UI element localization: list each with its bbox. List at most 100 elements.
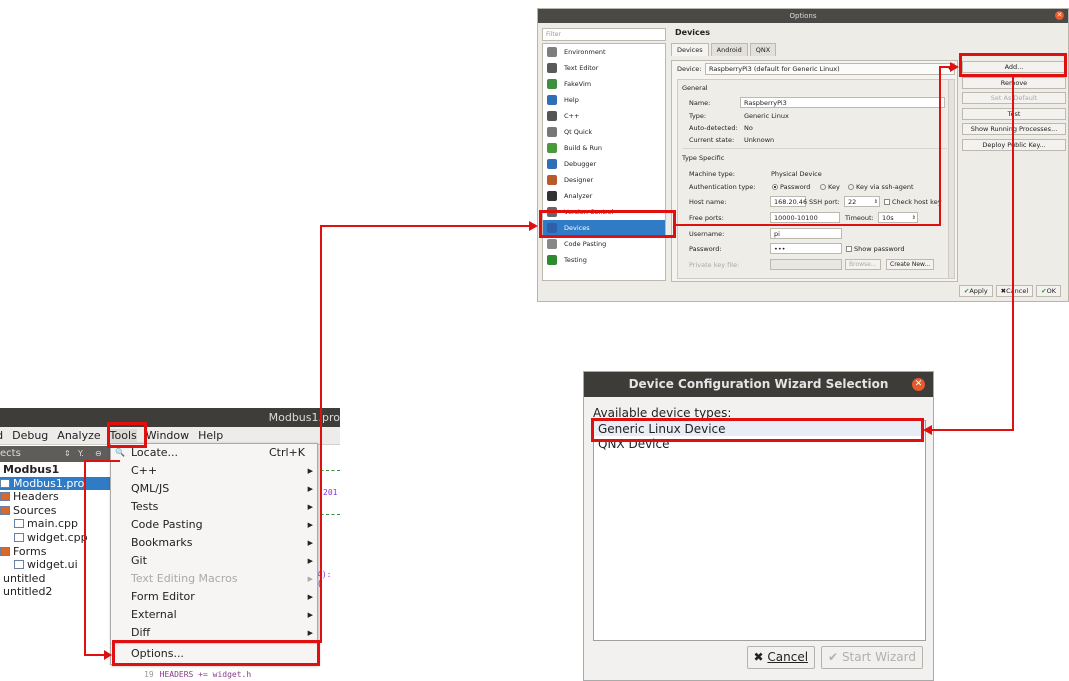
category-analyzer[interactable]: Analyzer	[543, 188, 665, 204]
list-item-generic-linux[interactable]: Generic Linux Device	[594, 421, 925, 436]
username-field[interactable]: pi	[770, 228, 842, 239]
category-testing[interactable]: Testing	[543, 252, 665, 268]
category-help[interactable]: Help	[543, 92, 665, 108]
ok-button[interactable]: ✔OK	[1036, 285, 1061, 297]
tab-android[interactable]: Android	[710, 43, 748, 56]
help-icon	[547, 95, 557, 105]
auth-agent-radio[interactable]: Key via ssh-agent	[848, 183, 914, 191]
set-as-default-button[interactable]: Set As Default	[962, 92, 1066, 104]
category-c-[interactable]: C++	[543, 108, 665, 124]
category-fakevim[interactable]: FakeVim	[543, 76, 665, 92]
filter-icon[interactable]: Y.	[78, 446, 84, 462]
tree-item[interactable]: Sources	[0, 504, 110, 518]
category-code-pasting[interactable]: Code Pasting	[543, 236, 665, 252]
menu-item-tests[interactable]: Tests ▶	[111, 498, 317, 516]
add-device-button[interactable]: Add...	[962, 61, 1066, 73]
tree-item[interactable]: untitled	[0, 572, 110, 586]
close-icon[interactable]: ✕	[1055, 11, 1064, 20]
menu-item-code-pasting[interactable]: Code Pasting ▶	[111, 516, 317, 534]
menu-tools[interactable]: Tools	[109, 429, 137, 442]
category-qt-quick[interactable]: Qt Quick	[543, 124, 665, 140]
category-environment[interactable]: Environment	[543, 44, 665, 60]
menu-build[interactable]: ild	[0, 429, 3, 442]
close-icon[interactable]: ✕	[912, 378, 925, 391]
menu-item-text-editing-macros[interactable]: Text Editing Macros ▶	[111, 570, 317, 588]
tree-item[interactable]: untitled2	[0, 585, 110, 599]
menu-item-locate[interactable]: 🔍 Locate... Ctrl+K	[111, 444, 317, 462]
tab-devices[interactable]: Devices	[671, 43, 709, 56]
filter-input[interactable]: Filter	[542, 28, 666, 41]
private-key-field[interactable]	[770, 259, 842, 270]
category-designer[interactable]: Designer	[543, 172, 665, 188]
name-field[interactable]: RaspberryPi3	[740, 97, 945, 108]
menu-item-form-editor[interactable]: Form Editor ▶	[111, 588, 317, 606]
category-debugger[interactable]: Debugger	[543, 156, 665, 172]
menu-analyze[interactable]: Analyze	[57, 429, 100, 442]
ok-label: OK	[1046, 287, 1056, 295]
check-icon: ✔	[828, 650, 839, 664]
sort-icon[interactable]: ⇕	[64, 446, 71, 462]
code-text: HEADERS += widget.h	[159, 670, 252, 679]
show-password-label: Show password	[854, 245, 905, 253]
device-label: Device:	[677, 65, 702, 73]
options-dialog: Options ✕ Filter Environment Text Editor F…	[537, 8, 1069, 302]
environment-icon	[547, 47, 557, 57]
menu-help[interactable]: Help	[198, 429, 223, 442]
editor-rule	[315, 514, 340, 515]
menu-separator	[111, 643, 317, 644]
show-password-checkbox[interactable]: Show password	[846, 245, 904, 253]
tree-item[interactable]: widget.cpp	[0, 531, 110, 545]
wizard-cancel-button[interactable]: ✖ Cancel	[746, 646, 816, 669]
category-text-editor[interactable]: Text Editor	[543, 60, 665, 76]
tree-item[interactable]: widget.ui	[0, 558, 110, 572]
cancel-button[interactable]: ✖Cancel	[995, 285, 1034, 297]
free-ports-field[interactable]: 10000-10100	[770, 212, 840, 223]
menu-debug[interactable]: Debug	[12, 429, 48, 442]
apply-label: Apply	[969, 287, 988, 295]
tree-item[interactable]: Forms	[0, 545, 110, 559]
category-version-control[interactable]: Version Control	[543, 204, 665, 220]
check-host-key-checkbox[interactable]: Check host key	[884, 198, 942, 206]
menu-item-c[interactable]: C++ ▶	[111, 462, 317, 480]
menu-item-diff[interactable]: Diff ▶	[111, 624, 317, 642]
browse-button[interactable]: Browse...	[845, 259, 881, 270]
text-editor-icon	[547, 63, 557, 73]
test-button[interactable]: Test	[962, 107, 1066, 120]
editor-fragment: 201	[323, 488, 338, 497]
tab-qnx[interactable]: QNX	[749, 43, 777, 56]
current-state-value: Unknown	[744, 136, 775, 144]
menu-item-label: QML/JS	[131, 482, 170, 495]
tree-item-label: untitled2	[3, 585, 53, 599]
menu-item-qml-js[interactable]: QML/JS ▶	[111, 480, 317, 498]
auth-key-radio[interactable]: Key	[820, 183, 840, 191]
auth-password-radio[interactable]: Password	[772, 183, 810, 191]
remove-device-button[interactable]: Remove	[962, 76, 1066, 89]
host-name-field[interactable]: 168.20.46	[770, 196, 807, 207]
vertical-scrollbar[interactable]	[948, 80, 954, 278]
show-running-processes-button[interactable]: Show Running Processes...	[962, 123, 1066, 135]
list-item-qnx[interactable]: QNX Device	[594, 436, 925, 451]
menu-window[interactable]: Window	[146, 429, 189, 442]
tree-item[interactable]: Headers	[0, 490, 110, 504]
menu-item-label: Text Editing Macros	[131, 572, 238, 585]
category-label: Debugger	[564, 160, 597, 168]
ssh-port-field[interactable]: 22 ⇕	[844, 196, 880, 207]
deploy-public-key-button[interactable]: Deploy Public Key...	[962, 138, 1066, 151]
timeout-field[interactable]: 10s ⇕	[878, 212, 918, 223]
menu-item-options[interactable]: Options...	[111, 645, 317, 663]
menu-item-label: Locate...	[131, 446, 179, 459]
apply-button[interactable]: ✔Apply	[958, 285, 993, 297]
device-select[interactable]: RaspberryPi3 (default for Generic Linux)…	[705, 63, 955, 75]
menu-item-external[interactable]: External ▶	[111, 606, 317, 624]
tree-item[interactable]: main.cpp	[0, 517, 110, 531]
tree-item[interactable]: Modbus1.pro	[0, 476, 110, 491]
password-field[interactable]: •••	[770, 243, 842, 254]
category-build-run[interactable]: Build & Run	[543, 140, 665, 156]
menu-item-git[interactable]: Git ▶	[111, 552, 317, 570]
tree-item[interactable]: Modbus1	[0, 463, 110, 477]
code-editor[interactable]: 201 4): (	[315, 446, 340, 676]
start-wizard-button[interactable]: ✔ Start Wizard	[821, 646, 923, 669]
create-new-button[interactable]: Create New...	[886, 259, 935, 270]
menu-item-bookmarks[interactable]: Bookmarks ▶	[111, 534, 317, 552]
category-devices[interactable]: Devices	[543, 220, 665, 236]
